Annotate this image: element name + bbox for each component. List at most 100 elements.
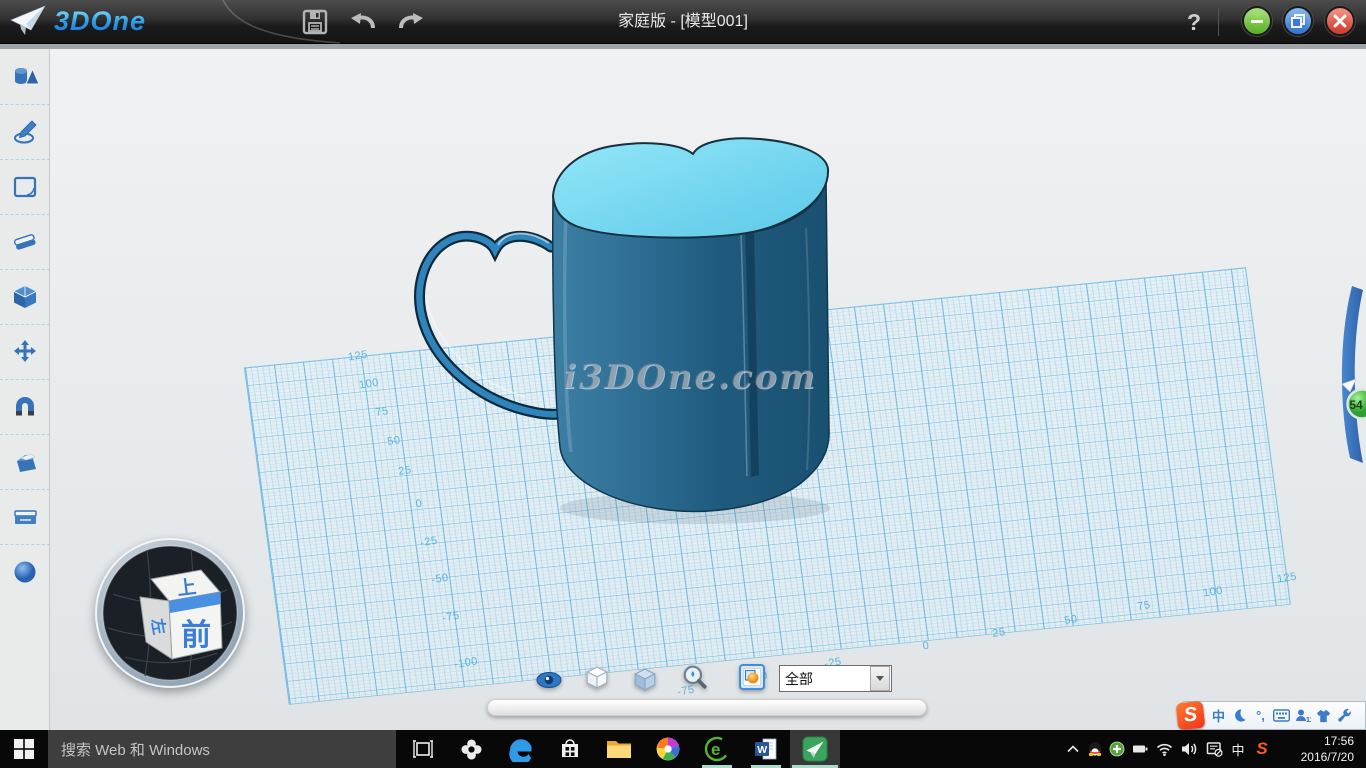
- zoom-view-icon: [682, 664, 708, 690]
- main-content: -75-50-2502550751001251251007550250-25-5…: [0, 44, 1366, 730]
- visibility-eye-icon: [536, 669, 562, 691]
- fit-all-button[interactable]: [739, 664, 765, 690]
- sogou-logo-text: S: [1183, 703, 1199, 727]
- render-sphere-icon: [12, 559, 38, 585]
- sidebar-item-combine[interactable]: [0, 434, 50, 489]
- assistant-flyout-handle[interactable]: 54: [1342, 286, 1366, 463]
- sidebar-item-surface[interactable]: [0, 159, 50, 214]
- speaker-icon: [1181, 741, 1198, 757]
- search-placeholder-text: 搜索 Web 和 Windows: [48, 739, 210, 760]
- shaded-display-button[interactable]: [632, 667, 658, 693]
- word-icon: W: [754, 737, 778, 761]
- bottom-scroll-pill[interactable]: [487, 699, 927, 716]
- redo-button[interactable]: [396, 7, 426, 37]
- task-view-button[interactable]: [398, 730, 448, 768]
- taskbar-app-edge[interactable]: [496, 730, 545, 768]
- titlebar-separator: [1218, 8, 1219, 36]
- combine-box-icon: [12, 449, 39, 475]
- wifi-icon: [1156, 741, 1173, 757]
- tray-sogou[interactable]: S: [1249, 730, 1275, 768]
- settings-wrench-icon[interactable]: [1334, 705, 1355, 727]
- left-toolbar: [0, 49, 50, 730]
- taskbar-search-box[interactable]: 搜索 Web 和 Windows: [48, 730, 396, 768]
- tray-action-center[interactable]: [1202, 730, 1227, 768]
- solid-cube-icon: [12, 284, 38, 310]
- zoom-view-button[interactable]: [682, 664, 708, 690]
- taskbar-app-360-browser[interactable]: [643, 730, 692, 768]
- sidebar-item-eraser[interactable]: [0, 214, 50, 269]
- move-icon: [12, 339, 38, 365]
- svg-text:11: 11: [1306, 717, 1311, 723]
- notification-badge[interactable]: [1348, 390, 1366, 419]
- view-cube-navball[interactable]: 上 前 左: [95, 538, 245, 688]
- sidebar-item-move[interactable]: [0, 324, 50, 379]
- taskbar-app-word[interactable]: W: [741, 730, 790, 768]
- sidebar-item-solid-cube[interactable]: [0, 269, 50, 324]
- chevron-up-icon: [1066, 743, 1080, 755]
- ground-grid: [245, 268, 1290, 704]
- sidebar-item-render[interactable]: [0, 544, 50, 599]
- taskbar-app-pinwheel[interactable]: [447, 730, 496, 768]
- save-button[interactable]: [300, 7, 330, 37]
- sidebar-item-primitives[interactable]: [0, 49, 50, 104]
- tray-qq[interactable]: [1084, 730, 1106, 768]
- paper-plane-logo-icon: [10, 5, 48, 37]
- sketch-surface-icon: [12, 174, 38, 200]
- windows-logo-icon: [14, 739, 34, 759]
- view-cube: 上 前 左: [99, 542, 241, 684]
- taskbar-app-explorer[interactable]: [594, 730, 643, 768]
- soft-keyboard-icon[interactable]: [1271, 705, 1292, 727]
- undo-icon: [348, 8, 378, 36]
- mug-top-face[interactable]: [553, 138, 828, 237]
- restore-button[interactable]: [1283, 6, 1313, 36]
- app-logo-text: 3DOne: [54, 6, 146, 37]
- titlebar-toolbar: [300, 7, 426, 37]
- dropdown-arrow-icon[interactable]: [870, 666, 890, 691]
- taskbar-app-green-e[interactable]: e: [692, 730, 741, 768]
- viewport-3d[interactable]: -75-50-2502550751001251251007550250-25-5…: [50, 49, 1366, 730]
- taskbar-app-3done-active[interactable]: [790, 730, 840, 768]
- sketch-draw-icon: [12, 119, 38, 145]
- battery-icon: [1132, 741, 1149, 757]
- task-view-icon: [412, 740, 434, 758]
- sogou-s-icon: S: [1256, 739, 1267, 759]
- visibility-eye-button[interactable]: [536, 669, 562, 695]
- help-button[interactable]: ?: [1180, 0, 1208, 44]
- tray-360-safety[interactable]: [1106, 730, 1128, 768]
- skin-shirt-icon[interactable]: [1313, 705, 1334, 727]
- punctuation-toggle[interactable]: °,: [1250, 705, 1271, 727]
- solid-primitives-icon: [12, 64, 39, 90]
- start-button[interactable]: [0, 730, 48, 768]
- sogou-input-toolbar: S 中 °, 11: [1180, 701, 1366, 730]
- tray-hidden-icons-button[interactable]: [1062, 730, 1084, 768]
- svg-text:W: W: [757, 744, 767, 756]
- sidebar-item-sketch[interactable]: [0, 104, 50, 159]
- windows-taskbar: 搜索 Web 和 Windows: [0, 730, 1366, 768]
- 3done-app-icon: [802, 736, 828, 762]
- sogou-logo[interactable]: S: [1176, 701, 1206, 731]
- taskbar-clock[interactable]: 17:56 2016/7/20: [1276, 730, 1360, 768]
- sogou-mode-toggle[interactable]: 中: [1208, 705, 1229, 727]
- tray-wifi[interactable]: [1152, 730, 1177, 768]
- action-center-icon: [1206, 741, 1223, 757]
- close-button[interactable]: [1325, 6, 1355, 36]
- sidebar-item-magnet[interactable]: [0, 379, 50, 434]
- taskbar-app-store[interactable]: [545, 730, 594, 768]
- display-filter-dropdown[interactable]: 全部: [779, 665, 892, 692]
- svg-text:e: e: [711, 740, 720, 759]
- undo-button[interactable]: [348, 7, 378, 37]
- night-moon-icon[interactable]: [1229, 705, 1250, 727]
- tray-volume[interactable]: [1177, 730, 1202, 768]
- sidebar-item-drawer[interactable]: [0, 489, 50, 544]
- eraser-icon: [11, 229, 39, 255]
- account-person-icon[interactable]: 11: [1292, 705, 1313, 727]
- wireframe-display-button[interactable]: [584, 665, 610, 691]
- clock-date: 2016/7/20: [1276, 749, 1354, 765]
- view-cube-front-label: 前: [181, 619, 211, 652]
- tray-battery[interactable]: [1128, 730, 1152, 768]
- parts-drawer-icon: [12, 504, 39, 530]
- fit-all-icon: [739, 664, 765, 690]
- tray-input-indicator[interactable]: 中: [1227, 730, 1249, 768]
- display-filter-value: 全部: [780, 669, 869, 689]
- minimize-button[interactable]: [1242, 6, 1272, 36]
